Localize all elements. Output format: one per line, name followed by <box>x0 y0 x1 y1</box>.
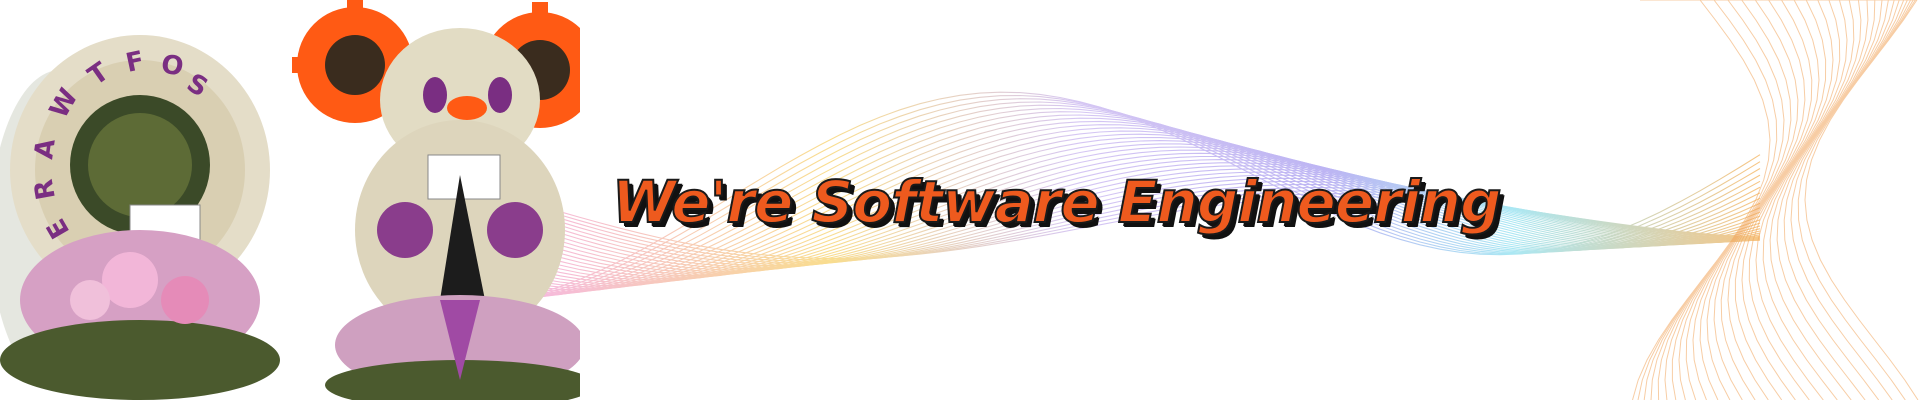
ribbon-line <box>1762 0 1900 400</box>
flower-sculptures-image: S O F T W A R E <box>0 0 580 400</box>
ribbon-line <box>1769 0 1905 400</box>
svg-text:A: A <box>29 137 62 161</box>
ribbon-line <box>1776 0 1908 400</box>
ribbon-line <box>1804 0 1919 400</box>
headline-text: We're Software Engineering <box>611 167 1502 237</box>
ribbon-line <box>1632 0 1771 400</box>
header-banner: S O F T W A R E We're Software Engineeri… <box>0 0 1920 400</box>
ribbon-line <box>1657 0 1799 400</box>
ribbon-line <box>1790 0 1914 400</box>
ribbon-line <box>1783 0 1912 400</box>
ribbon-line <box>1797 0 1916 400</box>
